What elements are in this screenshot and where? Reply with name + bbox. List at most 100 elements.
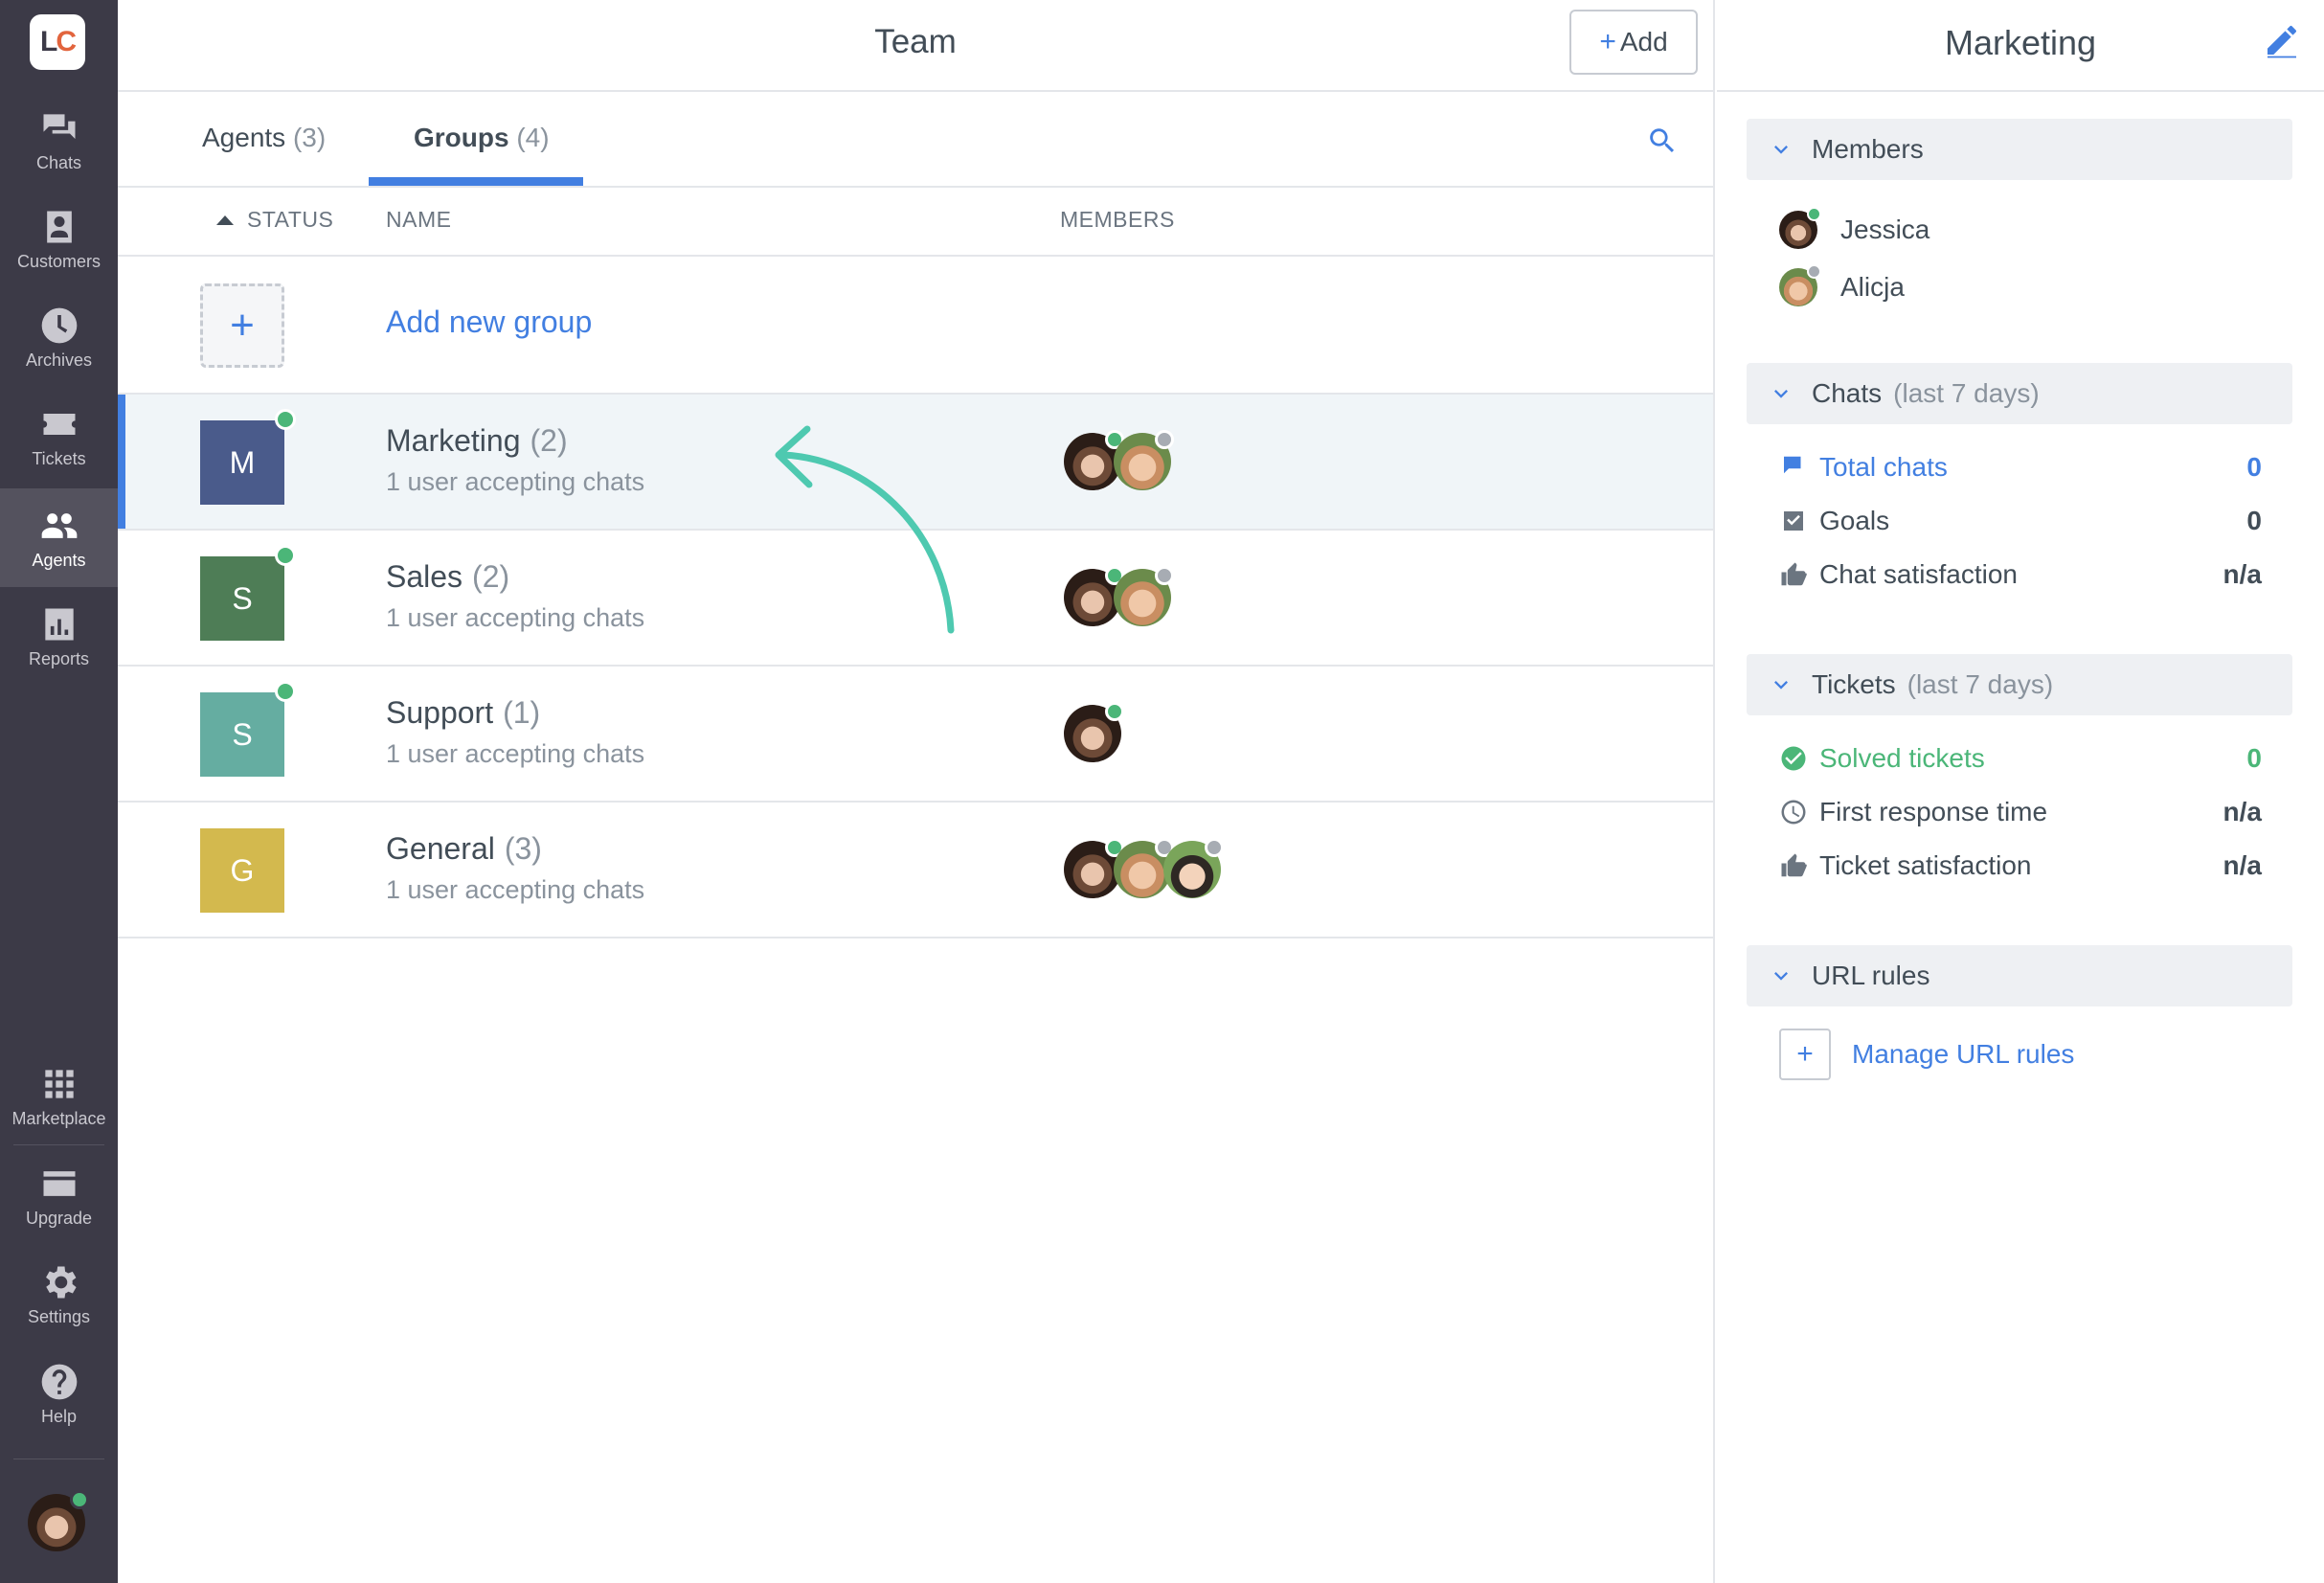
manage-url-rules[interactable]: + Manage URL rules <box>1779 1029 2074 1080</box>
members-section-header[interactable]: Members <box>1747 119 2292 180</box>
column-status[interactable]: STATUS <box>216 207 333 233</box>
table-row[interactable]: G General (3) 1 user accepting chats <box>118 803 1713 938</box>
group-status-text: 1 user accepting chats <box>386 603 645 632</box>
group-name: Support (1) <box>386 695 540 731</box>
check-circle-icon <box>1781 746 1806 771</box>
group-name: Marketing (2) <box>386 423 568 459</box>
stat-label: Solved tickets <box>1819 743 1985 773</box>
agents-icon <box>41 513 77 538</box>
stat-solved-tickets[interactable]: Solved tickets 0 <box>1779 739 2262 778</box>
nav-item-customers[interactable]: Customers <box>0 190 118 288</box>
clock-icon <box>1781 800 1806 825</box>
offline-status-dot <box>1155 566 1174 585</box>
group-members <box>1064 838 1224 898</box>
group-name: General (3) <box>386 831 542 867</box>
add-new-group-link[interactable]: Add new group <box>386 305 592 340</box>
nav-item-reports[interactable]: Reports <box>0 587 118 686</box>
group-icon: M <box>200 409 296 505</box>
nav-item-chats[interactable]: Chats <box>0 91 118 190</box>
add-button-label: Add <box>1619 27 1668 57</box>
add-group-row[interactable]: + Add new group <box>118 259 1713 395</box>
url-rules-section-title: URL rules <box>1812 961 1930 990</box>
url-rules-section-header[interactable]: URL rules <box>1747 945 2292 1006</box>
stat-value: 0 <box>2246 506 2262 535</box>
stat-label: Ticket satisfaction <box>1819 850 2032 880</box>
group-status-text: 1 user accepting chats <box>386 875 645 904</box>
group-member-count: (3) <box>504 831 542 866</box>
ticket-icon <box>43 414 75 435</box>
avatar <box>1064 430 1124 490</box>
clock-icon <box>41 307 77 344</box>
chevron-down-icon <box>1774 146 1788 154</box>
nav-label-marketplace: Marketplace <box>11 1109 106 1128</box>
add-group-plus-icon[interactable]: + <box>200 283 284 368</box>
chevron-down-icon <box>1774 390 1788 398</box>
group-name: Sales (2) <box>386 559 509 595</box>
logo-letter-c: C <box>56 26 77 57</box>
thumbs-up-icon <box>1781 562 1807 586</box>
flag-icon <box>1784 456 1801 474</box>
help-icon <box>41 1364 77 1400</box>
card-icon <box>43 1171 75 1196</box>
nav-item-settings[interactable]: Settings <box>0 1245 118 1344</box>
stat-goals: Goals 0 <box>1779 502 2262 540</box>
nav-label-upgrade: Upgrade <box>25 1209 93 1228</box>
group-member-count: (1) <box>503 695 541 730</box>
pencil-icon[interactable] <box>2263 21 2301 59</box>
plus-icon[interactable]: + <box>1779 1029 1831 1080</box>
search-icon[interactable] <box>1646 124 1679 157</box>
group-icon: G <box>200 828 284 913</box>
tab-agents-count: (3) <box>292 123 327 152</box>
nav-label-settings: Settings <box>27 1307 91 1326</box>
nav-item-upgrade[interactable]: Upgrade <box>0 1146 118 1245</box>
offline-status-dot <box>1205 838 1224 857</box>
group-members <box>1064 702 1124 762</box>
stat-label: First response time <box>1819 797 2048 826</box>
tab-groups[interactable]: Groups (4) <box>414 123 550 153</box>
online-status-dot <box>275 409 296 430</box>
offline-status-dot <box>1155 430 1174 449</box>
avatar <box>1779 207 1821 249</box>
online-status-dot <box>275 681 296 702</box>
member-item[interactable]: Alicja <box>1779 264 1905 306</box>
group-initial: G <box>230 852 255 888</box>
left-navigation: LC Chats Customers Archives Tickets Agen… <box>0 0 118 1583</box>
nav-item-help[interactable]: Help <box>0 1345 118 1443</box>
column-name: NAME <box>386 207 452 232</box>
group-member-count: (2) <box>530 423 568 458</box>
reports-icon <box>44 608 74 641</box>
livechat-logo[interactable]: LC <box>30 14 85 70</box>
grid-icon <box>44 1070 74 1098</box>
nav-item-archives[interactable]: Archives <box>0 288 118 387</box>
nav-item-agents[interactable]: Agents <box>0 488 118 587</box>
stat-total-chats[interactable]: Total chats 0 <box>1779 448 2262 486</box>
avatar <box>1114 838 1174 898</box>
team-header: Team + Add <box>118 0 1713 92</box>
stat-value: 0 <box>2246 452 2262 482</box>
avatar <box>1114 566 1174 626</box>
tickets-section-header[interactable]: Tickets (last 7 days) <box>1747 654 2292 715</box>
manage-url-rules-link[interactable]: Manage URL rules <box>1852 1039 2074 1070</box>
nav-item-tickets[interactable]: Tickets <box>0 387 118 486</box>
member-item[interactable]: Jessica <box>1779 207 1929 249</box>
table-row[interactable]: S Support (1) 1 user accepting chats <box>118 667 1713 803</box>
stat-value: n/a <box>2222 559 2262 589</box>
stat-label: Chat satisfaction <box>1819 559 2018 589</box>
group-status-text: 1 user accepting chats <box>386 739 645 768</box>
group-members <box>1064 566 1174 626</box>
chats-section-header[interactable]: Chats (last 7 days) <box>1747 363 2292 424</box>
current-user-avatar[interactable] <box>28 1490 89 1551</box>
avatar <box>1064 566 1124 626</box>
thumbs-up-icon <box>1781 853 1807 877</box>
tab-agents[interactable]: Agents (3) <box>202 123 326 153</box>
gear-icon <box>45 1266 77 1299</box>
plus-icon: + <box>1599 26 1616 57</box>
avatar <box>1779 264 1821 306</box>
sort-ascending-icon <box>216 215 234 225</box>
nav-item-marketplace[interactable]: Marketplace <box>0 1047 118 1145</box>
column-status-label: STATUS <box>247 207 334 232</box>
add-button[interactable]: + Add <box>1569 10 1698 75</box>
avatar <box>1114 430 1174 490</box>
nav-label-reports: Reports <box>28 649 90 668</box>
chats-section-title: Chats <box>1812 378 1883 408</box>
